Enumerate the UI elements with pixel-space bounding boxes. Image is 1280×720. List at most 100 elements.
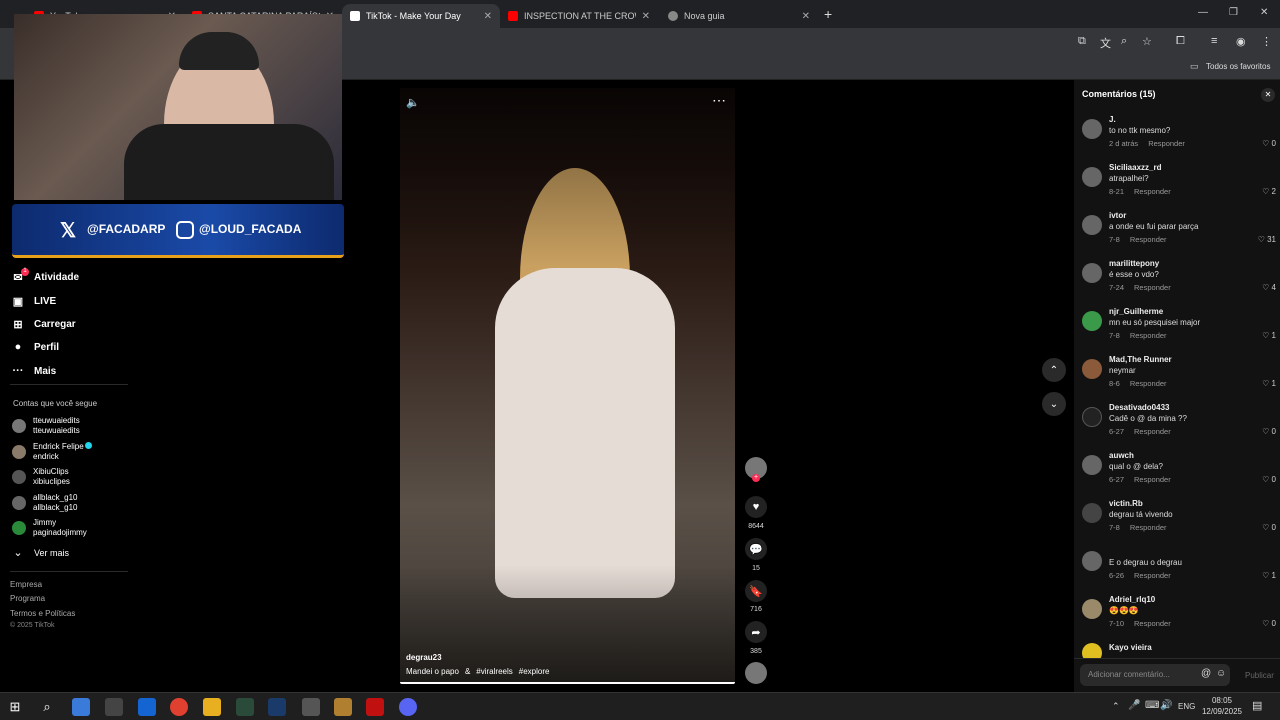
tab-inspection[interactable]: INSPECTION AT THE CROWDED ✕: [500, 4, 658, 28]
comment-like[interactable]: ♡ 1: [1262, 571, 1276, 580]
network-icon[interactable]: ⌨: [1145, 700, 1159, 711]
tray-chevron-icon[interactable]: ⌃: [1112, 701, 1120, 712]
avatar[interactable]: [1082, 263, 1102, 283]
close-tab-icon[interactable]: ✕: [802, 11, 810, 22]
nav-mais[interactable]: ··· Mais: [12, 365, 57, 377]
youtube-app-icon[interactable]: [366, 698, 384, 716]
see-more-link[interactable]: ⌄ Ver mais: [12, 546, 69, 559]
profile-icon[interactable]: ◉: [1236, 35, 1246, 48]
avatar[interactable]: [1082, 503, 1102, 523]
avatar[interactable]: [1082, 599, 1102, 619]
reply-button[interactable]: Responder: [1134, 427, 1171, 436]
app-icon[interactable]: [334, 698, 352, 716]
like-button[interactable]: ♥: [745, 496, 767, 518]
comment-button[interactable]: 💬: [745, 538, 767, 560]
music-avatar[interactable]: [745, 662, 767, 684]
avatar[interactable]: [1082, 551, 1102, 571]
comment-like[interactable]: ♡ 1: [1262, 331, 1276, 340]
reply-button[interactable]: Responder: [1130, 379, 1167, 388]
save-button[interactable]: 🔖: [745, 580, 767, 602]
outlook-icon[interactable]: [138, 698, 156, 716]
video-player[interactable]: 🔈 ⋯ degrau23 Mandei o papo & #viralreels…: [400, 88, 735, 684]
comment-like[interactable]: ♡ 4: [1262, 283, 1276, 292]
progress-bar[interactable]: [400, 682, 735, 684]
nav-perfil[interactable]: ● Perfil: [12, 341, 59, 353]
new-tab-button[interactable]: +: [824, 6, 832, 22]
media-icon[interactable]: ≡: [1211, 35, 1217, 47]
comment-like[interactable]: ♡ 2: [1262, 187, 1276, 196]
extensions-icon[interactable]: ⧠: [1176, 35, 1185, 48]
bookmark-star-icon[interactable]: ☆: [1142, 35, 1152, 48]
mention-icon[interactable]: @: [1201, 668, 1211, 679]
all-bookmarks-link[interactable]: Todos os favoritos: [1206, 62, 1270, 71]
copilot-icon[interactable]: [72, 698, 90, 716]
chrome-icon[interactable]: [170, 698, 188, 716]
tab-tiktok[interactable]: TikTok - Make Your Day ✕: [342, 4, 500, 28]
comment-like[interactable]: ♡ 0: [1262, 427, 1276, 436]
following-item[interactable]: allblack_g10 allblack_g10: [12, 493, 77, 513]
footer-link[interactable]: Programa: [10, 594, 45, 603]
previous-video-button[interactable]: ⌃: [1042, 358, 1066, 382]
following-item[interactable]: XibiuClips xibiuclipes: [12, 467, 70, 487]
more-options-icon[interactable]: ⋯: [712, 92, 726, 109]
mic-icon[interactable]: 🎤: [1128, 700, 1140, 711]
minimize-button[interactable]: —: [1198, 7, 1208, 18]
footer-link[interactable]: Termos e Políticas: [10, 609, 75, 618]
avatar[interactable]: [1082, 167, 1102, 187]
notification-center-icon[interactable]: ▤: [1252, 699, 1262, 712]
comment-like[interactable]: ♡ 0: [1262, 619, 1276, 628]
language-indicator[interactable]: ENG: [1178, 702, 1195, 711]
reply-button[interactable]: Responder: [1130, 235, 1167, 244]
clock-time[interactable]: 08:05: [1200, 696, 1244, 705]
next-video-button[interactable]: ⌄: [1042, 392, 1066, 416]
reply-button[interactable]: Responder: [1130, 523, 1167, 532]
close-tab-icon[interactable]: ✕: [642, 11, 650, 22]
comment-like[interactable]: ♡ 0: [1262, 139, 1276, 148]
translate-icon[interactable]: 文: [1100, 35, 1111, 51]
nav-live[interactable]: ▣ LIVE: [12, 295, 56, 308]
file-explorer-icon[interactable]: [203, 698, 221, 716]
reply-button[interactable]: Responder: [1148, 139, 1185, 148]
maximize-button[interactable]: ❐: [1229, 7, 1238, 18]
search-icon[interactable]: ⌕: [38, 698, 56, 716]
zoom-icon[interactable]: ⌕: [1121, 35, 1127, 48]
reply-button[interactable]: Responder: [1134, 283, 1171, 292]
steam-icon[interactable]: [268, 698, 286, 716]
avatar[interactable]: [1082, 359, 1102, 379]
obs-icon[interactable]: [302, 698, 320, 716]
comment-input[interactable]: Adicionar comentário... @ ☺: [1080, 664, 1230, 686]
close-tab-icon[interactable]: ✕: [484, 11, 492, 22]
emoji-icon[interactable]: ☺: [1216, 668, 1226, 679]
install-icon[interactable]: ⧉: [1078, 35, 1086, 48]
menu-icon[interactable]: ⋮: [1261, 35, 1272, 48]
footer-link[interactable]: Empresa: [10, 580, 42, 589]
reply-button[interactable]: Responder: [1134, 571, 1171, 580]
follow-button[interactable]: +: [752, 474, 760, 482]
video-author[interactable]: degrau23: [406, 653, 442, 662]
avatar[interactable]: [1082, 215, 1102, 235]
reply-button[interactable]: Responder: [1130, 331, 1167, 340]
avatar[interactable]: [1082, 455, 1102, 475]
share-button[interactable]: ➦: [745, 621, 767, 643]
following-item[interactable]: Endrick Felipe endrick: [12, 442, 84, 462]
avatar[interactable]: [1082, 119, 1102, 139]
avatar[interactable]: [1082, 311, 1102, 331]
nav-carregar[interactable]: ⊞ Carregar: [12, 318, 75, 331]
publish-button[interactable]: Publicar: [1245, 671, 1274, 680]
hashtag[interactable]: #viralreels: [476, 667, 512, 676]
tab-nova-guia[interactable]: Nova guia ✕: [660, 4, 818, 28]
windows-start-icon[interactable]: ⊞: [6, 698, 24, 716]
clock-date[interactable]: 12/09/2025: [1198, 707, 1246, 716]
close-comments-button[interactable]: ✕: [1261, 88, 1275, 102]
store-icon[interactable]: [105, 698, 123, 716]
comment-like[interactable]: ♡ 0: [1262, 523, 1276, 532]
reply-button[interactable]: Responder: [1134, 475, 1171, 484]
discord-icon[interactable]: [399, 698, 417, 716]
close-window-button[interactable]: ✕: [1260, 7, 1268, 18]
comment-like[interactable]: ♡ 31: [1258, 235, 1276, 244]
reply-button[interactable]: Responder: [1134, 187, 1171, 196]
volume-icon[interactable]: 🔈: [406, 96, 420, 109]
comment-like[interactable]: ♡ 0: [1262, 475, 1276, 484]
reply-button[interactable]: Responder: [1134, 619, 1171, 628]
following-item[interactable]: tteuwuaiedits tteuwuaiedits: [12, 416, 80, 436]
